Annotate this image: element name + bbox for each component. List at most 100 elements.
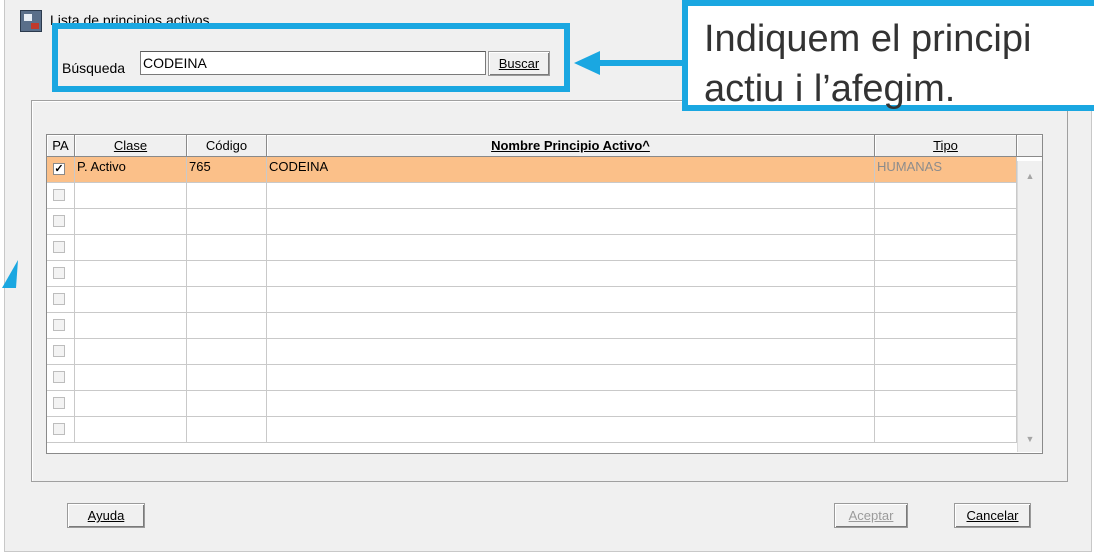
cell-codigo [187, 287, 267, 313]
table-row[interactable] [47, 235, 1017, 261]
cell-clase [75, 313, 187, 339]
search-highlight-box [52, 23, 570, 92]
cell-pa: ✓ [47, 157, 75, 183]
vertical-scrollbar[interactable]: ▲ ▼ [1017, 161, 1042, 452]
cell-pa [47, 417, 75, 443]
cell-pa [47, 391, 75, 417]
table-row[interactable] [47, 209, 1017, 235]
cell-tipo [875, 287, 1017, 313]
table-row[interactable] [47, 313, 1017, 339]
app-icon [20, 10, 42, 32]
annotation-callout: Indiquem el principi actiu i l’afegim. [682, 0, 1094, 111]
cell-pa [47, 365, 75, 391]
callout-line-2: actiu i l’afegim. [704, 68, 956, 110]
pa-checkbox[interactable] [53, 215, 65, 227]
table-row[interactable] [47, 391, 1017, 417]
cell-nombre [267, 391, 875, 417]
table-row[interactable] [47, 261, 1017, 287]
cell-tipo [875, 261, 1017, 287]
scroll-down-icon[interactable]: ▼ [1020, 429, 1040, 449]
callout-text: Indiquem el principi actiu i l’afegim. [704, 14, 1031, 114]
cell-pa [47, 235, 75, 261]
pa-checkbox[interactable] [53, 319, 65, 331]
header-nombre-label: Nombre Principio Activo^ [491, 138, 650, 153]
pa-checkbox[interactable] [53, 345, 65, 357]
cell-pa [47, 261, 75, 287]
cell-tipo: HUMANAS [875, 157, 1017, 183]
pa-checkbox[interactable] [53, 293, 65, 305]
header-clase-label: Clase [113, 138, 148, 153]
table-row[interactable] [47, 417, 1017, 443]
cell-nombre [267, 183, 875, 209]
callout-arrow-icon [574, 51, 682, 75]
header-filler [1017, 135, 1042, 157]
cell-codigo [187, 209, 267, 235]
table-row[interactable] [47, 287, 1017, 313]
cell-pa [47, 287, 75, 313]
cell-tipo [875, 183, 1017, 209]
callout-line-1: Indiquem el principi [704, 18, 1032, 60]
cell-tipo [875, 313, 1017, 339]
header-tipo-label: Tipo [933, 138, 958, 153]
cell-clase [75, 287, 187, 313]
header-pa[interactable]: PA [47, 135, 75, 157]
cell-codigo [187, 235, 267, 261]
table-row[interactable] [47, 183, 1017, 209]
cell-codigo [187, 417, 267, 443]
cell-codigo [187, 313, 267, 339]
cell-pa [47, 313, 75, 339]
pa-checkbox[interactable] [53, 189, 65, 201]
cell-clase [75, 261, 187, 287]
results-table: PA Clase Código Nombre Principio Activo^… [46, 134, 1043, 454]
cell-pa [47, 339, 75, 365]
pa-checkbox[interactable] [53, 267, 65, 279]
cell-nombre [267, 417, 875, 443]
cell-nombre: CODEINA [267, 157, 875, 183]
cancel-button[interactable]: Cancelar [954, 503, 1031, 528]
cell-tipo [875, 209, 1017, 235]
cell-nombre [267, 261, 875, 287]
pa-checkbox[interactable] [53, 423, 65, 435]
cell-tipo [875, 391, 1017, 417]
table-row[interactable] [47, 339, 1017, 365]
pa-checkbox[interactable]: ✓ [53, 163, 65, 175]
help-button[interactable]: Ayuda [67, 503, 145, 528]
cell-clase [75, 391, 187, 417]
pa-checkbox[interactable] [53, 241, 65, 253]
cancel-button-label: Cancelar [966, 508, 1019, 523]
accept-button-label: Aceptar [848, 508, 894, 523]
pa-checkbox[interactable] [53, 371, 65, 383]
cell-pa [47, 209, 75, 235]
cell-clase [75, 183, 187, 209]
cell-nombre [267, 235, 875, 261]
cell-nombre [267, 209, 875, 235]
cell-nombre [267, 313, 875, 339]
cell-clase [75, 235, 187, 261]
side-arrow-icon [2, 260, 18, 288]
cell-tipo [875, 339, 1017, 365]
header-clase[interactable]: Clase [75, 135, 187, 157]
cell-nombre [267, 287, 875, 313]
cell-codigo: 765 [187, 157, 267, 183]
cell-codigo [187, 261, 267, 287]
header-tipo[interactable]: Tipo [875, 135, 1017, 157]
cell-nombre [267, 339, 875, 365]
cell-codigo [187, 339, 267, 365]
cell-codigo [187, 183, 267, 209]
cell-nombre [267, 365, 875, 391]
cell-clase: P. Activo [75, 157, 187, 183]
cell-clase [75, 339, 187, 365]
pa-checkbox[interactable] [53, 397, 65, 409]
help-button-label: Ayuda [87, 508, 125, 523]
cell-tipo [875, 417, 1017, 443]
cell-clase [75, 417, 187, 443]
table-row[interactable] [47, 365, 1017, 391]
header-nombre[interactable]: Nombre Principio Activo^ [267, 135, 875, 157]
table-row[interactable]: ✓ P. Activo 765 CODEINA HUMANAS [47, 157, 1017, 183]
header-codigo[interactable]: Código [187, 135, 267, 157]
cell-tipo [875, 235, 1017, 261]
accept-button[interactable]: Aceptar [834, 503, 908, 528]
cell-clase [75, 365, 187, 391]
cell-clase [75, 209, 187, 235]
scroll-up-icon[interactable]: ▲ [1020, 166, 1040, 186]
